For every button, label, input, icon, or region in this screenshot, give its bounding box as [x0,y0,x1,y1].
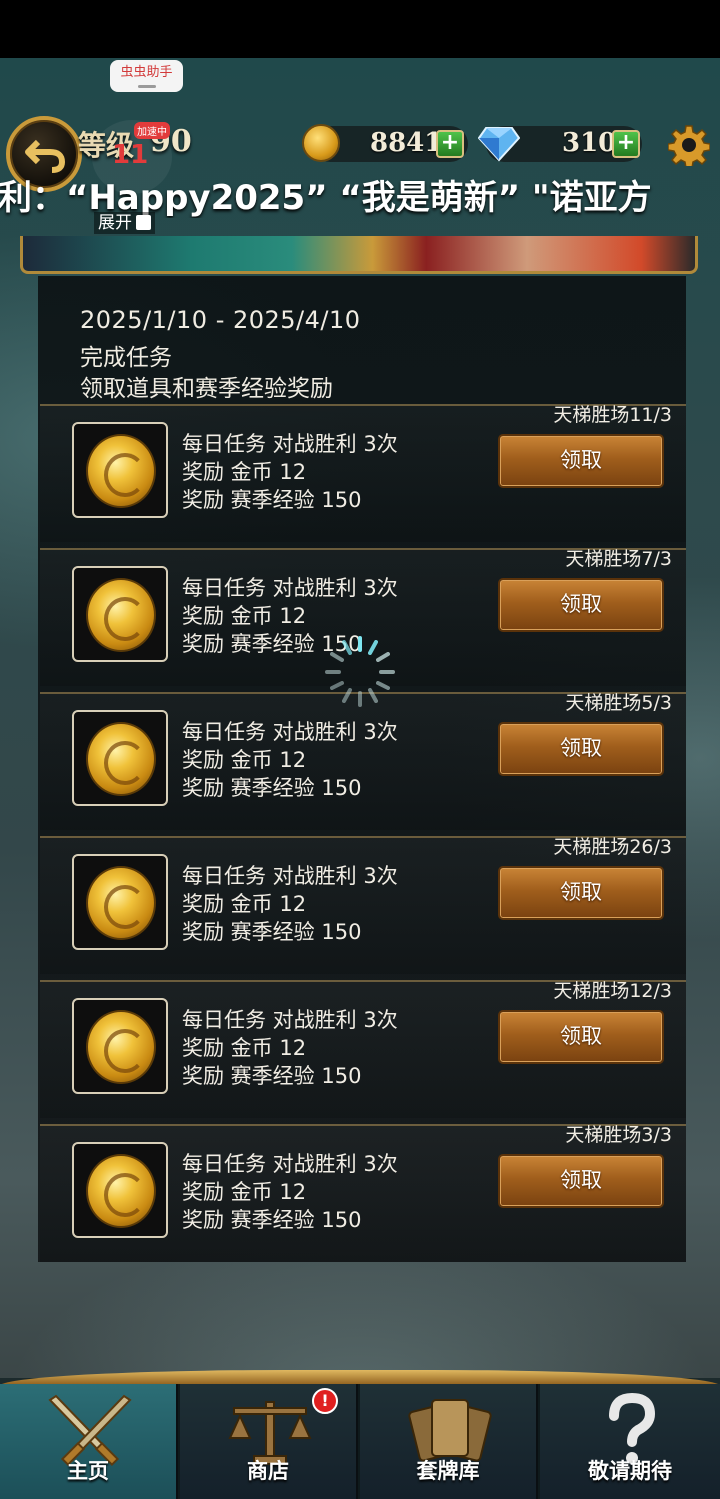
event-banner-image [20,236,698,274]
event-description-2: 领取道具和赛季经验奖励 [80,376,333,402]
gold-value: 8841 [370,128,443,158]
task-row: 每日任务 对战胜利 3次 奖励 金币 12 奖励 赛季经验 150 天梯胜场12… [40,980,686,1118]
gold-coin-icon [302,124,340,162]
task-title: 每日任务 对战胜利 3次 [182,864,398,888]
task-row: 每日任务 对战胜利 3次 奖励 金币 12 奖励 赛季经验 150 天梯胜场5/… [40,692,686,830]
claim-button[interactable]: 领取 [498,1010,664,1064]
bottom-navigation: 主页 商店 套牌库 敬请期待 [0,1384,720,1499]
claim-button[interactable]: 领取 [498,1154,664,1208]
task-reward-gold: 奖励 金币 12 [182,1180,307,1204]
task-reward-exp: 奖励 赛季经验 150 [182,488,362,512]
gold-coin-icon [86,434,156,508]
task-progress: 天梯胜场12/3 [553,980,672,1002]
event-date-range: 2025/1/10 - 2025/4/10 [80,306,361,334]
gem-value: 310 [562,128,617,158]
task-reward-exp: 奖励 赛季经验 150 [182,920,362,944]
task-progress: 天梯胜场11/3 [553,404,672,426]
speed-badge-label: 加速中 [134,122,170,139]
event-description-1: 完成任务 [80,345,172,371]
task-title: 每日任务 对战胜利 3次 [182,1152,398,1176]
add-gold-button[interactable]: + [436,130,464,158]
loading-spinner-icon [325,636,395,707]
nav-label-shop: 商店 [247,1459,289,1483]
gold-coin-icon [86,866,156,940]
helper-tag[interactable]: 虫虫助手 [110,60,183,92]
claim-button[interactable]: 领取 [498,722,664,776]
expand-label: 展开 [98,213,132,233]
task-reward-gold: 奖励 金币 12 [182,1036,307,1060]
task-reward-exp: 奖励 赛季经验 150 [182,1208,362,1232]
nav-tab-coming-soon[interactable]: 敬请期待 [540,1384,720,1499]
task-progress: 天梯胜场5/3 [565,692,672,714]
diamond-icon [478,127,520,162]
back-arrow-icon [25,139,66,173]
announcement-ticker: 利：“Happy2025” “我是萌新” "诺亚方 [0,178,652,218]
task-reward-gold: 奖励 金币 12 [182,604,307,628]
expand-icon [136,215,151,230]
gold-coin-icon [86,1154,156,1228]
task-progress: 天梯胜场26/3 [553,836,672,858]
task-title: 每日任务 对战胜利 3次 [182,432,398,456]
task-title: 每日任务 对战胜利 3次 [182,720,398,744]
task-reward-exp: 奖励 赛季经验 150 [182,776,362,800]
reward-item-frame [72,1142,168,1238]
gear-icon[interactable] [668,124,710,166]
gold-coin-icon [86,1010,156,1084]
task-reward-exp: 奖励 赛季经验 150 [182,1064,362,1088]
status-bar [0,0,720,58]
expand-button[interactable]: 展开 [94,212,155,234]
task-title: 每日任务 对战胜利 3次 [182,576,398,600]
claim-button[interactable]: 领取 [498,578,664,632]
claim-button[interactable]: 领取 [498,434,664,488]
task-row: 每日任务 对战胜利 3次 奖励 金币 12 奖励 赛季经验 150 天梯胜场26… [40,836,686,974]
add-gem-button[interactable]: + [612,130,640,158]
shop-notification-badge: ! [312,1388,338,1414]
nav-tab-home[interactable]: 主页 [0,1384,178,1499]
reward-item-frame [72,998,168,1094]
task-reward-gold: 奖励 金币 12 [182,460,307,484]
gold-coin-icon [86,578,156,652]
task-title: 每日任务 对战胜利 3次 [182,1008,398,1032]
task-reward-gold: 奖励 金币 12 [182,892,307,916]
nav-label-coming-soon: 敬请期待 [588,1459,672,1483]
nav-label-home: 主页 [67,1459,109,1483]
speed-number: 11 [112,140,149,170]
nav-label-decks: 套牌库 [416,1459,480,1483]
gold-coin-icon [86,722,156,796]
nav-tab-decks[interactable]: 套牌库 [360,1384,538,1499]
task-row: 每日任务 对战胜利 3次 奖励 金币 12 奖励 赛季经验 150 天梯胜场11… [40,404,686,542]
task-row: 每日任务 对战胜利 3次 奖励 金币 12 奖励 赛季经验 150 天梯胜场3/… [40,1124,686,1262]
task-progress: 天梯胜场3/3 [565,1124,672,1146]
reward-item-frame [72,710,168,806]
reward-item-frame [72,566,168,662]
reward-item-frame [72,422,168,518]
task-reward-gold: 奖励 金币 12 [182,748,307,772]
claim-button[interactable]: 领取 [498,866,664,920]
reward-item-frame [72,854,168,950]
task-progress: 天梯胜场7/3 [565,548,672,570]
